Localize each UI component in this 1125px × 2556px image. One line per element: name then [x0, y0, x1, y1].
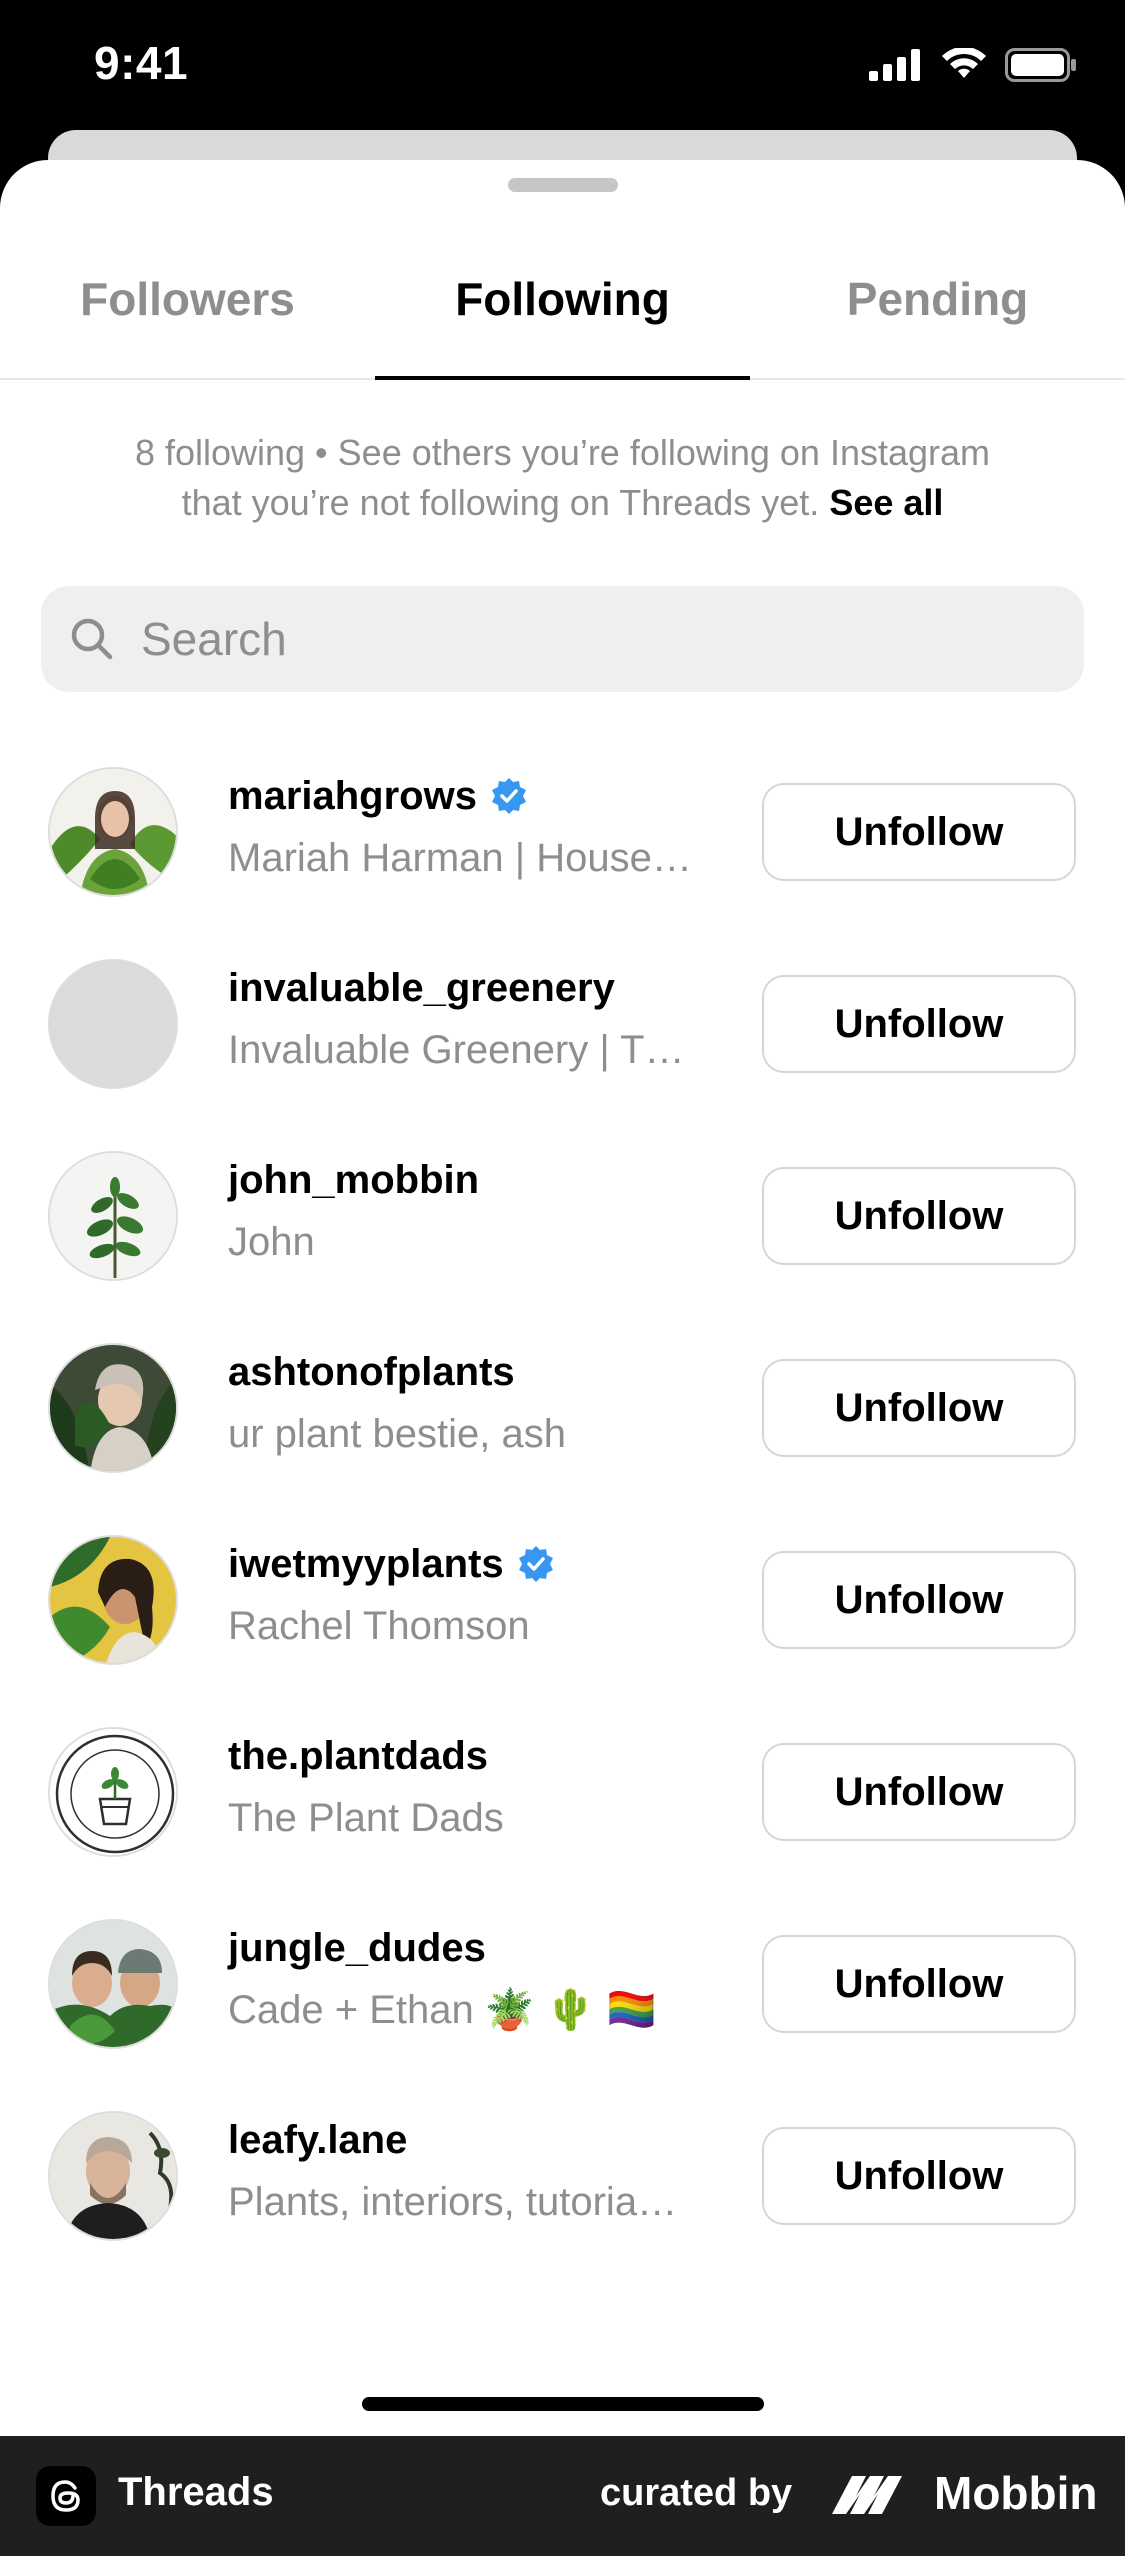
username[interactable]: invaluable_greenery [228, 958, 728, 1018]
unfollow-button[interactable]: Unfollow [762, 1935, 1076, 2033]
username-text: invaluable_greenery [228, 965, 615, 1010]
avatar[interactable] [48, 2111, 178, 2241]
username[interactable]: leafy.lane [228, 2110, 728, 2170]
info-line-1: 8 following • See others you’re followin… [134, 432, 991, 473]
unfollow-button[interactable]: Unfollow [762, 1359, 1076, 1457]
search-icon [71, 618, 113, 660]
avatar[interactable] [48, 1151, 178, 1281]
full-name: Invaluable Greenery | T… [228, 1028, 685, 1072]
tab-following[interactable]: Following [375, 220, 750, 378]
full-name: John [228, 1220, 315, 1264]
full-name: Plants, interiors, tutoria… [228, 2180, 678, 2224]
avatar[interactable] [48, 1919, 178, 2049]
avatar[interactable] [48, 767, 178, 897]
list-item[interactable]: invaluable_greenery Invaluable Greenery … [0, 930, 1125, 1122]
brand-name: Mobbin [934, 2467, 1098, 2519]
username-text: mariahgrows [228, 773, 477, 818]
username-text: the.plantdads [228, 1733, 489, 1778]
search-input[interactable] [139, 611, 1043, 667]
full-name: Mariah Harman | House… [228, 836, 692, 880]
username[interactable]: ashtonofplants [228, 1342, 728, 1402]
list-item[interactable]: jungle_dudes Cade + Ethan 🪴 🌵 🏳️‍🌈 Unfol… [0, 1890, 1125, 2082]
wifi-icon [942, 48, 986, 78]
status-icons [869, 48, 1077, 82]
username-text: ashtonofplants [228, 1349, 515, 1394]
list-item[interactable]: iwetmyyplants Rachel Thomson Unfollow [0, 1506, 1125, 1698]
unfollow-button[interactable]: Unfollow [762, 783, 1076, 881]
username[interactable]: john_mobbin [228, 1150, 728, 1210]
full-name: Cade + Ethan 🪴 🌵 🏳️‍🌈 [228, 1988, 657, 2032]
username-text: john_mobbin [228, 1157, 480, 1202]
sheet-grabber[interactable] [508, 178, 618, 192]
username-text: iwetmyyplants [228, 1541, 504, 1586]
avatar[interactable] [48, 1727, 178, 1857]
list-item[interactable]: the.plantdads The Plant Dads Unfollow [0, 1698, 1125, 1890]
status-bar: 9:41 [0, 0, 1125, 140]
full-name: ur plant bestie, ash [228, 1412, 566, 1456]
status-time: 9:41 [94, 37, 189, 89]
unfollow-button[interactable]: Unfollow [762, 975, 1076, 1073]
username[interactable]: jungle_dudes [228, 1918, 728, 1978]
unfollow-button[interactable]: Unfollow [762, 1167, 1076, 1265]
list-item[interactable]: mariahgrows Mariah Harman | House… Unfol… [0, 738, 1125, 930]
unfollow-button[interactable]: Unfollow [762, 1551, 1076, 1649]
username[interactable]: mariahgrows [228, 766, 728, 826]
full-name: The Plant Dads [228, 1796, 504, 1840]
full-name: Rachel Thomson [228, 1604, 530, 1648]
active-tab-indicator [375, 376, 750, 380]
curated-by-label: curated by [600, 2472, 793, 2514]
following-info: 8 following • See others you’re followin… [60, 428, 1065, 528]
list-item[interactable]: leafy.lane Plants, interiors, tutoria… U… [0, 2082, 1125, 2274]
see-all-link[interactable]: See all [829, 482, 943, 523]
info-line-2: that you’re not following on Threads yet… [60, 478, 1065, 528]
home-indicator[interactable] [362, 2397, 764, 2411]
app-name: Threads [118, 2470, 274, 2514]
signal-icon [869, 49, 920, 81]
avatar[interactable] [48, 959, 178, 1089]
list-item[interactable]: john_mobbin John Unfollow [0, 1122, 1125, 1314]
avatar[interactable] [48, 1343, 178, 1473]
tab-pending[interactable]: Pending [750, 220, 1125, 378]
footer-bar: Threads curated by Mobbin [0, 2436, 1125, 2556]
username[interactable]: the.plantdads [228, 1726, 728, 1786]
list-item[interactable]: ashtonofplants ur plant bestie, ash Unfo… [0, 1314, 1125, 1506]
username-text: leafy.lane [228, 2117, 408, 2162]
following-sheet: Followers Following Pending 8 following … [0, 160, 1125, 2436]
threads-logo-icon [36, 2466, 96, 2526]
avatar[interactable] [48, 1535, 178, 1665]
unfollow-button[interactable]: Unfollow [762, 1743, 1076, 1841]
username-text: jungle_dudes [228, 1925, 486, 1970]
username[interactable]: iwetmyyplants [228, 1534, 728, 1594]
verified-badge-icon [491, 778, 526, 814]
search-bar[interactable] [41, 586, 1084, 692]
info-line-2-text: that you’re not following on Threads yet… [181, 482, 820, 523]
mobbin-logo-icon [832, 2476, 902, 2514]
tab-followers[interactable]: Followers [0, 220, 375, 378]
unfollow-button[interactable]: Unfollow [762, 2127, 1076, 2225]
verified-badge-icon [518, 1546, 553, 1582]
tab-bar: Followers Following Pending [0, 220, 1125, 380]
battery-icon [1005, 48, 1076, 82]
